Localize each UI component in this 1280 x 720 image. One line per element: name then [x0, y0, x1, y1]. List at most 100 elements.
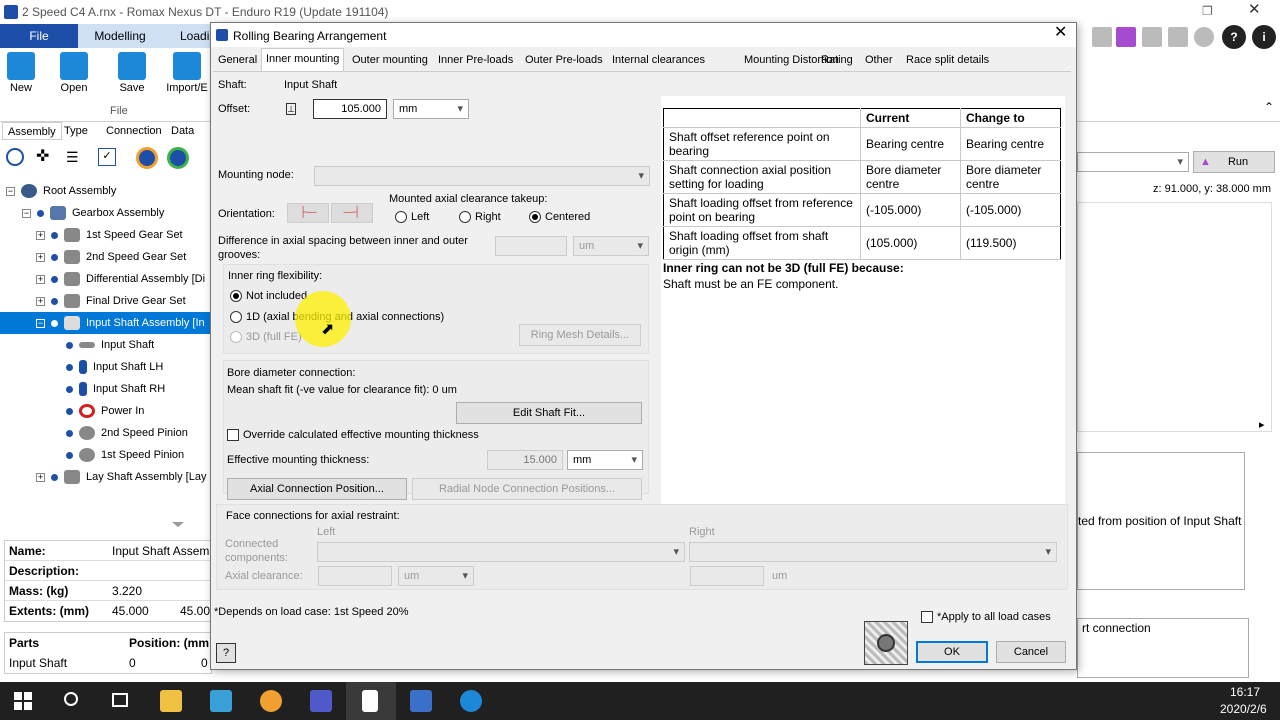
tree-item-input-shaft-lh[interactable]: Input Shaft LH [66, 356, 163, 378]
flex-3d-radio[interactable]: 3D (full FE) [230, 330, 302, 344]
diff-spacing-input[interactable] [495, 236, 567, 256]
run-button[interactable]: ▲ Run [1193, 151, 1275, 173]
collapse-ribbon-icon[interactable]: ⌃ [1264, 100, 1274, 114]
parts-cell[interactable]: Input Shaft [9, 656, 67, 670]
diff-spacing-unit-select[interactable]: um [573, 236, 649, 256]
radial-node-positions-button[interactable]: Radial Node Connection Positions... [412, 478, 642, 500]
left-axial-clearance-input[interactable] [318, 566, 392, 586]
open-button[interactable]: Open [54, 52, 94, 94]
tree-item-input-shaft[interactable]: Input Shaft [66, 334, 154, 356]
mounting-node-select[interactable] [314, 166, 650, 186]
left-connected-select[interactable] [317, 542, 685, 562]
collapse-icon[interactable]: − [36, 318, 45, 328]
prop-value[interactable]: 45.000 [112, 604, 149, 618]
view-select[interactable] [1077, 152, 1189, 172]
scroll-right-icon[interactable]: ▸ [1259, 418, 1265, 432]
edge-browser-icon[interactable] [460, 690, 482, 712]
move-icon[interactable]: ✜ [36, 148, 54, 166]
tool-icon-2[interactable] [1116, 27, 1136, 47]
tree-item-lay-shaft-assembly[interactable]: + Lay Shaft Assembly [Lay [36, 466, 206, 488]
ribbon-tab-loading[interactable]: Loadin [162, 24, 212, 48]
override-thickness-checkbox[interactable]: Override calculated effective mounting t… [227, 428, 479, 442]
tree-item-1st-speed-pinion[interactable]: 1st Speed Pinion [66, 444, 184, 466]
tree-item-input-shaft-assembly[interactable]: − Input Shaft Assembly [In [0, 312, 212, 334]
left-axial-clearance-unit-select[interactable]: um [398, 566, 474, 586]
flex-not-included-radio[interactable]: Not included [230, 289, 307, 303]
tool-icon-5[interactable] [1194, 27, 1214, 47]
effective-thickness-input[interactable]: 15.000 [487, 450, 563, 470]
teams-icon[interactable] [310, 690, 332, 712]
tree-item-final-drive-gear-set[interactable]: + Final Drive Gear Set [36, 290, 186, 312]
collapse-icon[interactable]: − [6, 186, 15, 196]
tool-icon-3[interactable] [1142, 27, 1162, 47]
help-icon[interactable]: ? [1222, 25, 1246, 49]
paint-icon[interactable] [260, 690, 282, 712]
cancel-button[interactable]: Cancel [996, 641, 1066, 663]
file-explorer-icon[interactable] [160, 690, 182, 712]
tab-general[interactable]: General [214, 50, 261, 70]
prop-value-2[interactable]: 45.00 [180, 604, 210, 618]
orientation-right-button[interactable]: —┤ [331, 203, 373, 223]
splitter-grip-icon[interactable] [172, 522, 184, 527]
tab-rating[interactable]: Rating [817, 50, 857, 70]
gear-color-icon-2[interactable] [167, 147, 189, 169]
task-view-icon[interactable] [112, 693, 128, 707]
info-icon[interactable]: i [1252, 25, 1276, 49]
tree-item-root-assembly[interactable]: − Root Assembly [6, 180, 116, 202]
tree-item-differential-assembly[interactable]: + Differential Assembly [Di [36, 268, 205, 290]
tool-icon-1[interactable] [1092, 27, 1112, 47]
tab-assembly[interactable]: Assembly [2, 122, 62, 140]
import-export-button[interactable]: Import/E [164, 52, 210, 94]
orientation-left-button[interactable]: ├— [287, 203, 329, 223]
list-icon[interactable]: ☰ [66, 148, 84, 166]
tab-internal-clearances[interactable]: Internal clearances [608, 50, 709, 70]
help-button[interactable]: ? [216, 643, 236, 663]
offset-unit-select[interactable]: mm [393, 99, 469, 119]
expand-icon[interactable]: + [36, 230, 45, 240]
close-window-icon[interactable]: ✕ [1248, 2, 1261, 17]
clearance-left-radio[interactable]: Left [395, 210, 429, 224]
collapse-icon[interactable]: − [22, 208, 31, 218]
restore-icon[interactable]: ❐ [1202, 4, 1213, 18]
expand-icon[interactable]: + [36, 252, 45, 262]
ring-mesh-details-button[interactable]: Ring Mesh Details... [519, 324, 641, 346]
zoom-icon[interactable] [6, 148, 24, 166]
position-cell[interactable]: 0 [129, 656, 136, 670]
tab-connection[interactable]: Connection [106, 122, 162, 140]
tree-item-1st-speed-gear-set[interactable]: +1st Speed Gear Set [36, 224, 183, 246]
tree-item-2nd-speed-pinion[interactable]: 2nd Speed Pinion [66, 422, 188, 444]
tree-item-gearbox-assembly[interactable]: − Gearbox Assembly [22, 202, 164, 224]
tab-inner-preloads[interactable]: Inner Pre-loads [434, 50, 517, 70]
prop-value[interactable]: Input Shaft Assem [112, 544, 209, 558]
expand-icon[interactable]: + [36, 274, 45, 284]
save-button[interactable]: Save [112, 52, 152, 94]
tab-outer-preloads[interactable]: Outer Pre-loads [521, 50, 607, 70]
clearance-right-radio[interactable]: Right [459, 210, 501, 224]
tab-type[interactable]: Type [64, 122, 88, 140]
tree-item-power-in[interactable]: Power In [66, 400, 144, 422]
expand-icon[interactable]: + [36, 296, 45, 306]
romax-app-icon[interactable] [410, 690, 432, 712]
ok-button[interactable]: OK [916, 641, 988, 663]
offset-input[interactable]: 105.000 [313, 99, 387, 119]
axial-connection-position-button[interactable]: Axial Connection Position... [227, 478, 407, 500]
ribbon-tab-file[interactable]: File [0, 24, 78, 48]
checklist-icon[interactable]: ✓ [98, 148, 116, 166]
right-connected-select[interactable] [689, 542, 1057, 562]
offset-reference-icon[interactable]: ⊥ [286, 103, 296, 115]
tab-outer-mounting[interactable]: Outer mounting [348, 50, 432, 70]
ribbon-tab-modelling[interactable]: Modelling [78, 24, 162, 48]
effective-thickness-unit-select[interactable]: mm [567, 450, 643, 470]
position-cell-2[interactable]: 0 [201, 656, 208, 670]
document-app-icon[interactable] [362, 690, 378, 712]
right-axial-clearance-input[interactable] [690, 566, 764, 586]
dialog-close-icon[interactable]: ✕ [1054, 25, 1067, 41]
app-taskbar-icon-1[interactable] [210, 690, 232, 712]
new-button[interactable]: New [6, 52, 36, 94]
windows-start-icon[interactable] [14, 692, 32, 710]
gear-color-icon-1[interactable] [136, 147, 158, 169]
clearance-centered-radio[interactable]: Centered [529, 210, 590, 224]
edit-shaft-fit-button[interactable]: Edit Shaft Fit... [456, 402, 642, 424]
expand-icon[interactable]: + [36, 472, 45, 482]
tab-data[interactable]: Data [171, 122, 194, 140]
